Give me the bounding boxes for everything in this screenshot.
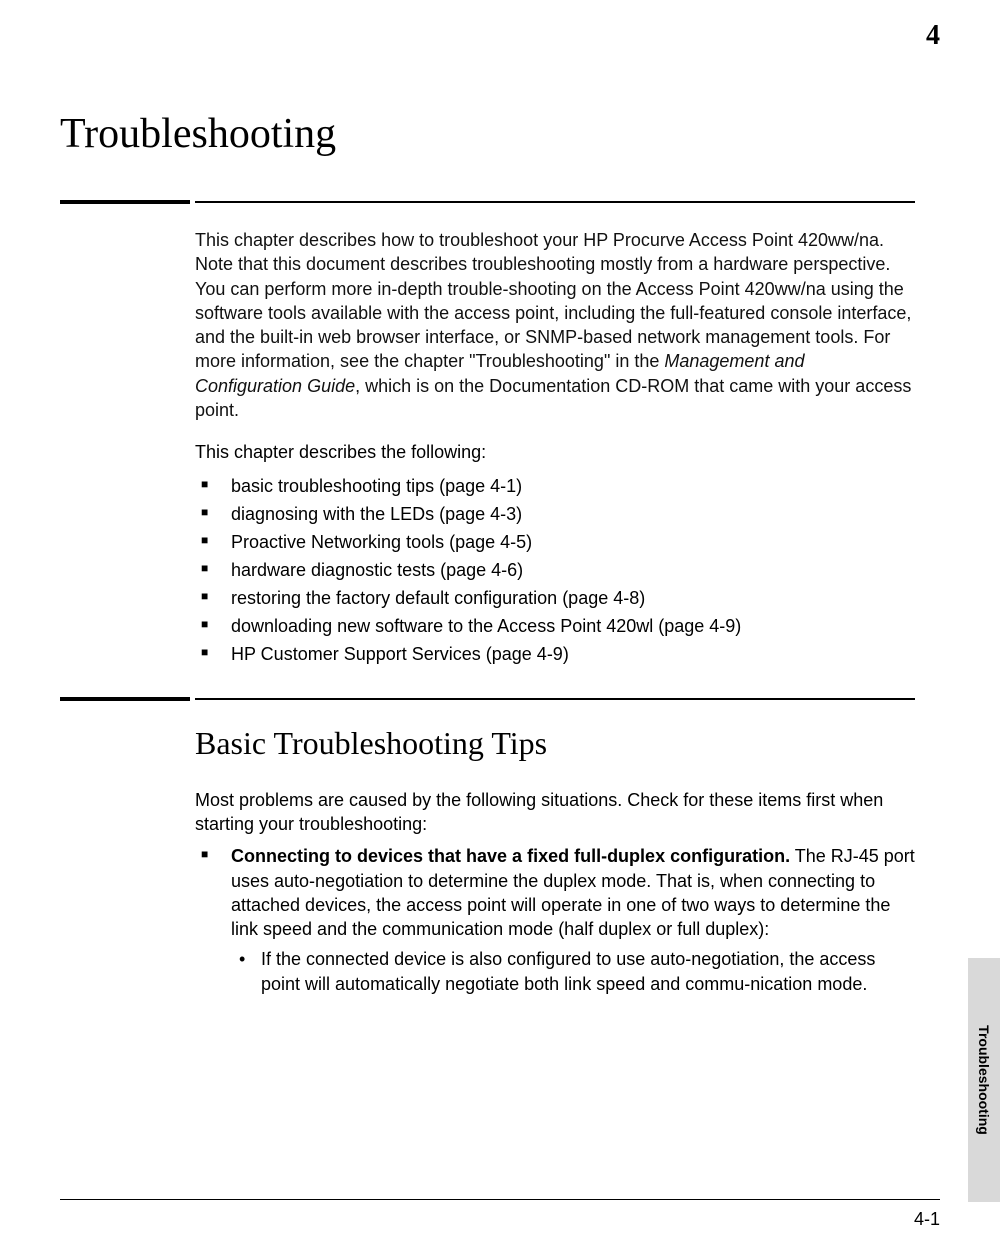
divider-thin (195, 698, 915, 700)
tip-sublist: If the connected device is also configur… (231, 947, 915, 996)
intro-paragraph: This chapter describes how to troublesho… (195, 228, 915, 422)
side-tab: Troubleshooting (968, 958, 1000, 1202)
section-heading: Basic Troubleshooting Tips (195, 725, 915, 762)
tips-list: Connecting to devices that have a fixed … (195, 844, 915, 996)
list-item: hardware diagnostic tests (page 4-6) (195, 557, 915, 585)
list-item: Proactive Networking tools (page 4-5) (195, 529, 915, 557)
chapter-title: Troubleshooting (60, 110, 336, 158)
list-item: restoring the factory default configurat… (195, 585, 915, 613)
tip-item: Connecting to devices that have a fixed … (195, 844, 915, 996)
list-item: downloading new software to the Access P… (195, 613, 915, 641)
divider-thick (60, 697, 190, 701)
chapter-contents-list: basic troubleshooting tips (page 4-1) di… (195, 473, 915, 668)
page-number: 4-1 (914, 1209, 940, 1230)
tip-subitem: If the connected device is also configur… (231, 947, 915, 996)
divider-thick (60, 200, 190, 204)
section-divider (195, 200, 915, 204)
list-intro: This chapter describes the following: (195, 442, 915, 463)
footer-divider (60, 1199, 940, 1200)
list-item: HP Customer Support Services (page 4-9) (195, 641, 915, 669)
list-item: basic troubleshooting tips (page 4-1) (195, 473, 915, 501)
chapter-number: 4 (926, 20, 940, 52)
section-intro: Most problems are caused by the followin… (195, 788, 915, 837)
side-tab-label: Troubleshooting (976, 1025, 992, 1135)
list-item: diagnosing with the LEDs (page 4-3) (195, 501, 915, 529)
page: 4 Troubleshooting Troubleshooting This c… (0, 0, 1000, 1256)
tip-bold: Connecting to devices that have a fixed … (231, 846, 790, 866)
content-area: This chapter describes how to troublesho… (195, 200, 915, 1002)
divider-thin (195, 201, 915, 203)
section-divider (195, 697, 915, 701)
